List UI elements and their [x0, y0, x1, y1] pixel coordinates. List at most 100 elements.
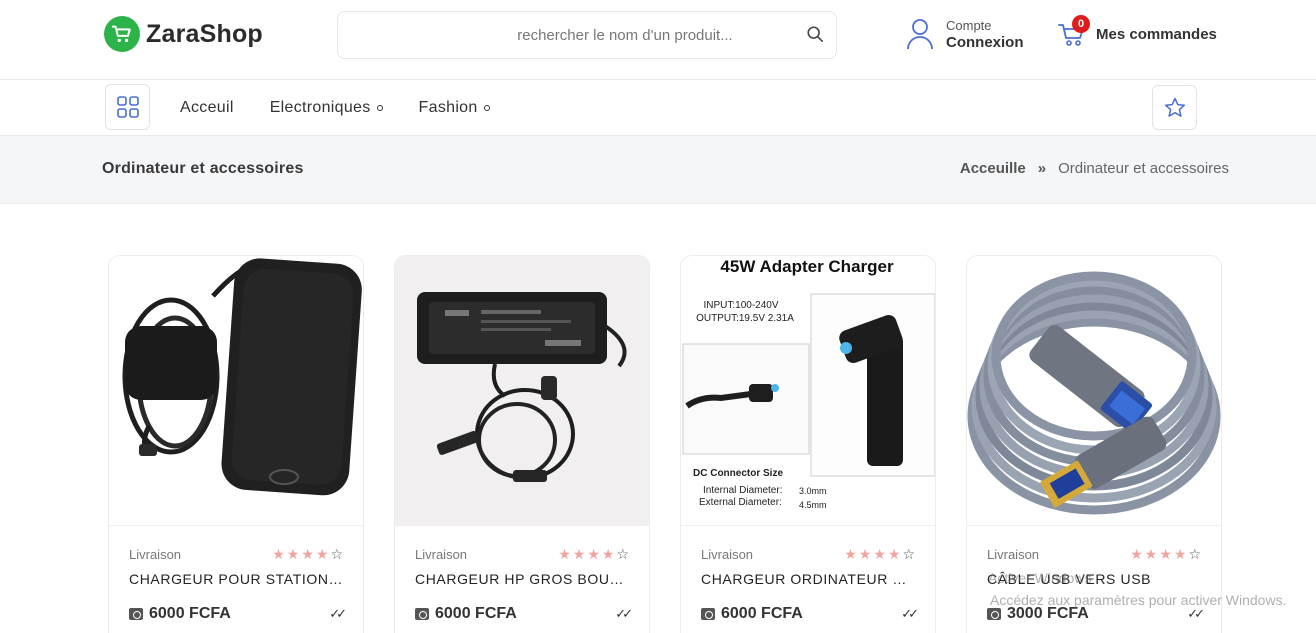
nav-item-electroniques[interactable]: Electroniques — [270, 99, 383, 117]
star-icon: ★ — [601, 546, 615, 562]
rating-stars: ★ ★ ★ ★ ☆ — [844, 547, 915, 561]
breadcrumb-current: Ordinateur et accessoires — [1058, 160, 1229, 177]
submenu-indicator-icon — [483, 105, 490, 111]
main-nav: Acceuil Electroniques Fashion — [0, 80, 1316, 136]
star-empty-icon: ☆ — [902, 546, 915, 562]
price-value: 6000 FCFA — [721, 605, 803, 622]
product-info: Livraison ★ ★ ★ ★ ☆ CHARGEUR HP GROS BOUT… 6… — [415, 545, 633, 623]
header: ZaraShop Compte Connexion — [0, 0, 1316, 80]
double-check-icon: ✓✓ — [615, 606, 633, 621]
delivery-label: Livraison — [701, 546, 754, 562]
money-icon — [701, 608, 715, 620]
image-external-val: 4.5mm — [799, 500, 827, 510]
nav-links: Acceuil Electroniques Fashion — [180, 80, 490, 136]
price-value: 6000 FCFA — [435, 605, 517, 622]
image-title: 45W Adapter Charger — [720, 257, 894, 276]
product-image[interactable] — [395, 256, 649, 526]
product-info: Livraison ★ ★ ★ ★ ☆ CHARGEUR ORDINATEUR P… 6… — [701, 545, 919, 623]
star-icon: ★ — [887, 546, 901, 562]
star-icon: ★ — [558, 546, 571, 562]
page-title: Ordinateur et accessoires — [102, 160, 304, 177]
star-icon: ★ — [286, 546, 300, 562]
product-card[interactable]: Livraison ★ ★ ★ ★ ☆ CHARGEUR POUR STATION… 6… — [108, 255, 364, 633]
nav-item-label: Acceuil — [180, 99, 234, 116]
search-input[interactable] — [350, 12, 790, 58]
star-empty-icon: ☆ — [1188, 546, 1201, 562]
product-image[interactable]: 45W Adapter Charger INPUT:100-240V OUTPU… — [681, 256, 935, 526]
image-output: OUTPUT:19.5V 2.31A — [696, 313, 794, 324]
user-icon — [906, 18, 934, 55]
star-icon: ★ — [315, 546, 329, 562]
image-internal-val: 3.0mm — [799, 486, 827, 496]
product-name[interactable]: CHARGEUR HP GROS BOUT… — [415, 571, 629, 587]
logo[interactable]: ZaraShop — [104, 16, 263, 52]
nav-item-acceuil[interactable]: Acceuil — [180, 99, 234, 117]
price: 6000 FCFA — [129, 605, 231, 623]
star-icon: ★ — [1173, 546, 1187, 562]
star-icon: ★ — [1144, 546, 1158, 562]
rating-stars: ★ ★ ★ ★ ☆ — [1130, 547, 1201, 561]
account-texts: Compte Connexion — [946, 18, 1024, 53]
image-internal: Internal Diameter: — [703, 485, 782, 496]
nav-item-fashion[interactable]: Fashion — [419, 99, 490, 117]
delivery-label: Livraison — [987, 546, 1040, 562]
image-dc: DC Connector Size — [693, 468, 783, 479]
star-icon: ★ — [858, 546, 872, 562]
product-info: Livraison ★ ★ ★ ★ ☆ CHARGEUR POUR STATION… 6… — [129, 545, 347, 623]
submenu-indicator-icon — [376, 105, 383, 111]
money-icon — [415, 608, 429, 620]
double-check-icon: ✓✓ — [329, 606, 347, 621]
image-external: External Diameter: — [699, 497, 782, 508]
breadcrumb-separator: » — [1037, 160, 1047, 177]
star-icon: ★ — [1159, 546, 1172, 562]
search-icon[interactable] — [806, 25, 826, 45]
price: 3000 FCFA — [987, 605, 1089, 623]
orders-label: Mes commandes — [1096, 25, 1217, 43]
double-check-icon: ✓✓ — [901, 606, 919, 621]
categories-button[interactable] — [105, 84, 150, 130]
star-icon: ★ — [587, 546, 600, 562]
price-value: 3000 FCFA — [1007, 605, 1089, 622]
price: 6000 FCFA — [701, 605, 803, 623]
product-card[interactable]: Livraison ★ ★ ★ ★ ☆ CHARGEUR HP GROS BOUT… 6… — [394, 255, 650, 633]
double-check-icon: ✓✓ — [1187, 606, 1205, 621]
money-icon — [987, 608, 1001, 620]
my-orders-link[interactable]: 0 Mes commandes — [1058, 15, 1217, 48]
product-image[interactable] — [109, 256, 363, 526]
star-icon: ★ — [272, 546, 285, 562]
star-icon: ★ — [572, 546, 586, 562]
nav-item-label: Electroniques — [269, 99, 371, 116]
money-icon — [129, 608, 143, 620]
star-icon — [1164, 97, 1185, 117]
price-value: 6000 FCFA — [149, 605, 231, 622]
star-icon: ★ — [844, 546, 857, 562]
page-header-band: Ordinateur et accessoires Acceuille » Or… — [0, 136, 1316, 204]
nav-item-label: Fashion — [418, 99, 478, 116]
orders-count-badge: 0 — [1072, 15, 1090, 33]
product-grid: Livraison ★ ★ ★ ★ ☆ CHARGEUR POUR STATION… 6… — [108, 255, 1224, 633]
star-icon: ★ — [301, 546, 314, 562]
login-label[interactable]: Connexion — [946, 33, 1024, 53]
cart-logo-icon — [104, 16, 140, 52]
star-empty-icon: ☆ — [330, 546, 343, 562]
breadcrumb-home-link[interactable]: Acceuille — [960, 160, 1026, 177]
star-empty-icon: ☆ — [616, 546, 629, 562]
price: 6000 FCFA — [415, 605, 517, 623]
favorites-button[interactable] — [1152, 85, 1197, 130]
product-name[interactable]: CÂBLE USB VERS USB — [987, 571, 1201, 587]
product-info: Livraison ★ ★ ★ ★ ☆ CÂBLE USB VERS USB 3000 … — [987, 545, 1205, 623]
product-name[interactable]: CHARGEUR ORDINATEUR P… — [701, 571, 915, 587]
brand-name: ZaraShop — [146, 19, 263, 48]
star-icon: ★ — [873, 546, 886, 562]
account-link[interactable]: Compte Connexion — [906, 18, 1024, 55]
image-input: INPUT:100-240V — [703, 300, 778, 311]
delivery-label: Livraison — [415, 546, 468, 562]
product-image[interactable] — [967, 256, 1221, 526]
delivery-label: Livraison — [129, 546, 182, 562]
grid-icon — [116, 96, 139, 118]
product-name[interactable]: CHARGEUR POUR STATION… — [129, 571, 343, 587]
rating-stars: ★ ★ ★ ★ ☆ — [558, 547, 629, 561]
account-sub-label: Compte — [946, 18, 992, 33]
product-card[interactable]: Livraison ★ ★ ★ ★ ☆ CÂBLE USB VERS USB 3000 … — [966, 255, 1222, 633]
product-card[interactable]: 45W Adapter Charger INPUT:100-240V OUTPU… — [680, 255, 936, 633]
